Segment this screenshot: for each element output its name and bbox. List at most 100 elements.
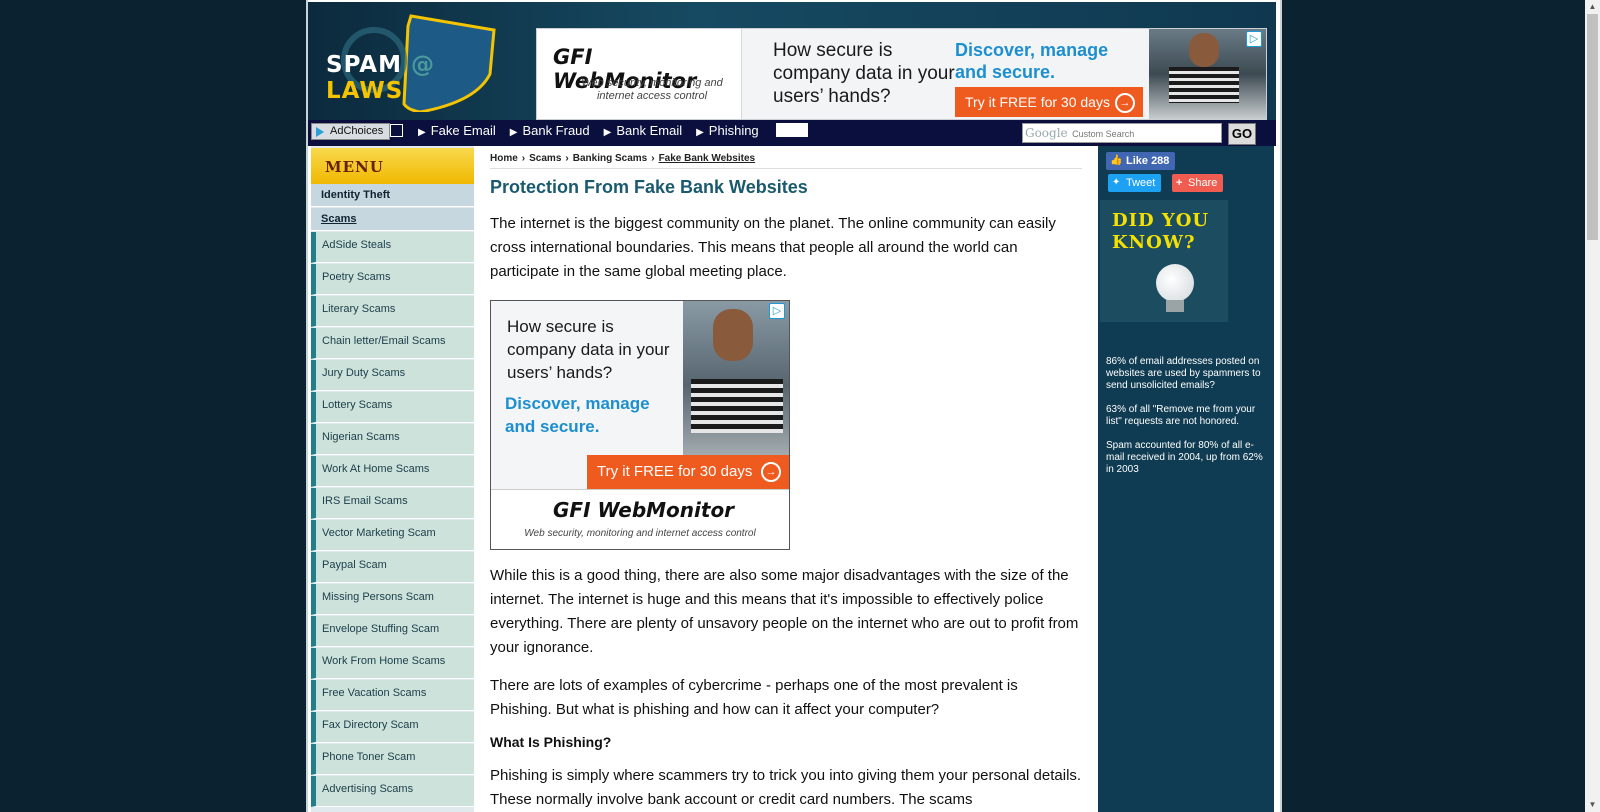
breadcrumb-current[interactable]: Fake Bank Websites	[659, 153, 756, 164]
ad-photo-face	[1189, 33, 1219, 67]
breadcrumb-scams[interactable]: Scams	[529, 153, 561, 164]
menu-item[interactable]: Vector Marketing Scam	[311, 520, 474, 551]
article-paragraph: There are lots of examples of cybercrime…	[490, 677, 1018, 718]
did-you-know-title: DID YOU KNOW?	[1112, 210, 1210, 253]
plus-icon: +	[1176, 177, 1183, 189]
menu-item[interactable]: Phone Toner Scam	[311, 744, 474, 775]
ad-cta-button[interactable]: Try it FREE for 30 days →	[955, 87, 1143, 117]
top-navbar: AdChoices ▶ Fake Email ▶ Bank Fraud ▶ Bank …	[308, 120, 1276, 146]
play-arrow-icon: ▶	[696, 127, 704, 138]
top-banner-ad[interactable]: GFI WebMonitor Web security, monitoring …	[536, 28, 1267, 120]
facts-list: 86% of email addresses posted on website…	[1106, 356, 1270, 488]
logo-at: @	[411, 52, 436, 78]
scroll-up-arrow-icon[interactable]: ▲	[1585, 0, 1600, 14]
did-you-know-graphic: DID YOU KNOW?	[1100, 200, 1228, 322]
external-link-icon[interactable]	[390, 124, 403, 137]
breadcrumb-home[interactable]: Home	[490, 153, 518, 164]
menu-item[interactable]: Work From Home Scams	[311, 648, 474, 679]
play-arrow-icon: ▶	[509, 127, 518, 138]
inline-ad[interactable]: How secure is company data in your users…	[490, 300, 790, 550]
ad-discover: Discover, manage and secure.	[505, 394, 650, 436]
menu-item[interactable]: AdSide Steals	[311, 232, 474, 263]
google-logo: Google	[1025, 126, 1068, 140]
menu-item[interactable]: Free Vacation Scams	[311, 680, 474, 711]
nav-link-label: Bank Email	[616, 123, 683, 138]
ad-photo-face	[713, 309, 753, 361]
ad-discover: Discover, manage and secure.	[955, 40, 1109, 82]
breadcrumb-banking-scams[interactable]: Banking Scams	[573, 153, 647, 164]
nav-links: ▶ Fake Email ▶ Bank Fraud ▶ Bank Email ▶ Phi…	[418, 122, 759, 142]
ad-brand-panel: GFI WebMonitor Web security, monitoring …	[537, 29, 742, 119]
site-logo[interactable]: SPAM @ LAWS	[316, 12, 506, 114]
menu-item[interactable]: Fax Directory Scam	[311, 712, 474, 743]
ad-cta-label: Try it FREE for 30 days	[965, 94, 1110, 110]
breadcrumb-separator: ›	[565, 153, 569, 164]
logo-text: SPAM @ LAWS	[326, 52, 506, 104]
ad-brand-tagline: Web security, monitoring and internet ac…	[581, 77, 723, 102]
adchoices-badge[interactable]: AdChoices	[311, 123, 391, 140]
play-arrow-icon: ▶	[418, 127, 426, 138]
share-button[interactable]: + Share	[1172, 174, 1224, 192]
menu-item-scams[interactable]: Scams	[311, 208, 474, 231]
logo-word-spam: SPAM	[326, 52, 402, 78]
menu-item[interactable]: Nigerian Scams	[311, 424, 474, 455]
article-paragraph: The internet is the biggest community on…	[490, 215, 1056, 280]
menu-item[interactable]: IRS Email Scams	[311, 488, 474, 519]
nav-link-bank-email[interactable]: ▶ Bank Email	[604, 122, 682, 142]
tweet-button[interactable]: ✦ Tweet	[1108, 174, 1162, 192]
facebook-like-button[interactable]: Like 288	[1106, 152, 1176, 170]
ad-question: How secure is company data in your users…	[773, 40, 955, 107]
adchoices-label: AdChoices	[330, 125, 384, 137]
article-paragraph: Phishing is simply where scammers try to…	[490, 767, 1082, 808]
share-label: Share	[1188, 177, 1218, 189]
ad-cta-button[interactable]: Try it FREE for 30 days →	[587, 455, 789, 489]
fact-item: 63% of all "Remove me from your list" re…	[1106, 404, 1256, 427]
nav-link-phishing[interactable]: ▶ Phishing	[696, 122, 759, 142]
article-paragraph: While this is a good thing, there are al…	[490, 567, 1079, 656]
menu-item[interactable]: Envelope Stuffing Scam	[311, 616, 474, 647]
nav-link-label: Phishing	[708, 123, 759, 138]
nav-link-fake-email[interactable]: ▶ Fake Email	[418, 122, 496, 142]
arrow-circle-icon: →	[761, 462, 781, 482]
menu-item[interactable]: Chain letter/Email Scams	[311, 328, 474, 359]
breadcrumb-separator: ›	[521, 153, 526, 164]
breadcrumb-separator: ›	[651, 153, 655, 164]
adchoices-icon[interactable]: ▷	[769, 303, 785, 319]
nav-link-label: Bank Fraud	[522, 123, 590, 138]
ad-brand-name: GFI WebMonitor	[553, 498, 735, 522]
right-sidebar: Like 288 ✦ Tweet + Share DID YOU KNOW? 8…	[1098, 146, 1274, 812]
menu-header: MENU	[311, 148, 474, 184]
search-go-button[interactable]: GO	[1228, 123, 1256, 145]
menu-item[interactable]: Advertising Scams	[311, 776, 474, 807]
menu-item-identity-theft[interactable]: Identity Theft	[311, 184, 474, 207]
scroll-down-arrow-icon[interactable]: ▼	[1585, 798, 1600, 812]
menu-item[interactable]: Work At Home Scams	[311, 456, 474, 487]
lightbulb-base	[1166, 300, 1184, 312]
twitter-bird-icon: ✦	[1112, 177, 1121, 188]
fact-item: Spam accounted for 80% of all e-mail rec…	[1106, 440, 1263, 475]
menu-item[interactable]: Jury Duty Scams	[311, 360, 474, 391]
fact-item: 86% of email addresses posted on website…	[1106, 356, 1261, 391]
menu-item[interactable]: Missing Persons Scam	[311, 584, 474, 615]
play-arrow-icon: ▶	[603, 127, 612, 138]
breadcrumb: Home › Scams › Banking Scams › Fake Bank Websi…	[490, 146, 1082, 169]
ad-photo-shirt	[1169, 67, 1239, 103]
nav-link-bank-fraud[interactable]: ▶ Bank Fraud	[510, 122, 590, 142]
ad-photo-shirt	[691, 379, 783, 433]
nav-link-label: Fake Email	[430, 123, 496, 138]
menu-item[interactable]: Paypal Scam	[311, 552, 474, 583]
logo-word-laws: LAWS	[326, 78, 404, 104]
adchoices-icon[interactable]: ▷	[1246, 31, 1262, 47]
menu-item[interactable]: Lottery Scams	[311, 392, 474, 423]
menu-title: MENU	[325, 158, 384, 176]
tweet-label: Tweet	[1126, 177, 1156, 189]
arrow-circle-icon: →	[1115, 93, 1135, 113]
scrollbar-thumb[interactable]	[1587, 14, 1598, 240]
search-input[interactable]: Google Custom Search	[1022, 123, 1222, 143]
ad-cta-label: Try it FREE for 30 days	[597, 463, 753, 480]
menu-item[interactable]: Poetry Scams	[311, 264, 474, 295]
menu-item[interactable]: Literary Scams	[311, 296, 474, 327]
page-scrollbar[interactable]: ▲ ▼	[1585, 0, 1600, 812]
ad-question: How secure is company data in your users…	[507, 317, 670, 382]
ad-brand-footer: GFI WebMonitor Web security, monitoring …	[491, 489, 789, 549]
